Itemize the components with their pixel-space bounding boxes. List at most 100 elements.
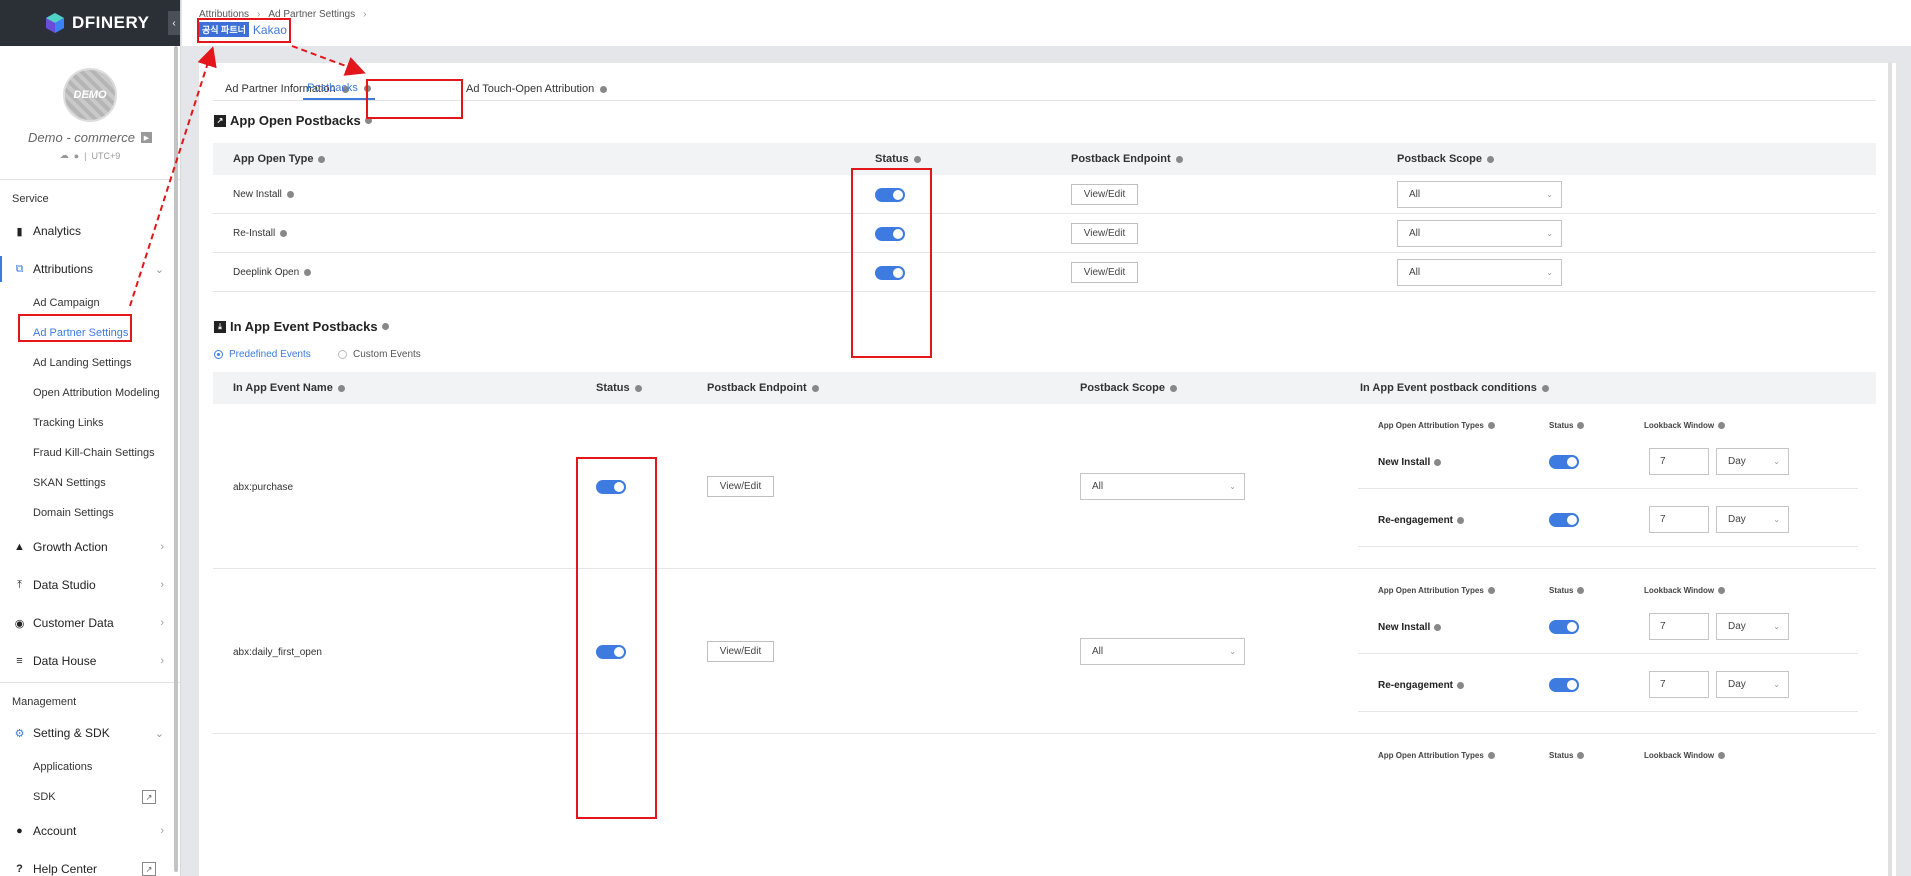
table-row: App Open Attribution Types Status Lookba… [213, 734, 1876, 876]
chevron-right-icon: › [160, 541, 164, 553]
sidebar-subitem-skan-settings[interactable]: SKAN Settings [0, 468, 180, 498]
dropdown-icon[interactable]: ▶ [140, 132, 152, 143]
info-icon[interactable] [381, 323, 389, 330]
info-icon[interactable] [1487, 752, 1495, 759]
info-icon[interactable] [318, 155, 326, 163]
lookback-unit-select[interactable]: Day ⌄ [1716, 448, 1789, 475]
cond-status-toggle[interactable] [1549, 513, 1579, 527]
sidebar-item-data-house[interactable]: ≡ Data House › [0, 642, 180, 680]
external-link-icon[interactable]: ↗ [142, 862, 156, 876]
in-app-event-name: abx:purchase [233, 482, 294, 493]
lookback-window-input[interactable]: 7 [1649, 448, 1709, 475]
external-link-icon[interactable]: ↗ [142, 790, 156, 804]
info-icon[interactable] [1434, 624, 1442, 631]
sidebar-subitem-domain-settings[interactable]: Domain Settings [0, 498, 180, 528]
target-icon: ◉ [14, 617, 25, 630]
radio-predefined-events[interactable]: Predefined Events [214, 349, 311, 360]
postback-scope-select[interactable]: All ⌄ [1080, 638, 1245, 665]
chevron-down-icon: ⌄ [1773, 680, 1780, 689]
lookback-window-input[interactable]: 7 [1649, 506, 1709, 533]
avatar[interactable]: DEMO [63, 68, 117, 122]
main-panel: Ad Partner Information Postbacks Ad Touc… [199, 63, 1896, 876]
radio-circle [338, 350, 347, 359]
sidebar-subitem-fraud-kill-chain[interactable]: Fraud Kill-Chain Settings [0, 438, 180, 468]
view-edit-button[interactable]: View/Edit [1071, 262, 1138, 283]
view-edit-button[interactable]: View/Edit [707, 476, 774, 497]
postback-scope-select[interactable]: All ⌄ [1397, 259, 1562, 286]
col-conditions: In App Event postback conditions [1360, 382, 1549, 394]
info-icon[interactable] [304, 269, 312, 276]
cond-col-types: App Open Attribution Types [1378, 586, 1495, 595]
sidebar-item-data-studio[interactable]: ⤒ Data Studio › [0, 566, 180, 604]
sidebar-subitem-sdk[interactable]: SDK ↗ [0, 782, 180, 812]
info-icon[interactable] [811, 384, 819, 392]
cond-type: Re-engagement [1378, 680, 1465, 691]
sidebar-item-help-center[interactable]: ? Help Center ↗ [0, 850, 180, 876]
info-icon[interactable] [1486, 155, 1494, 163]
top-bar: Attributions › Ad Partner Settings › 공식 … [182, 0, 1911, 46]
info-icon[interactable] [337, 384, 345, 392]
view-edit-button[interactable]: View/Edit [1071, 184, 1138, 205]
info-icon[interactable] [1434, 459, 1442, 466]
lookback-window-input[interactable]: 7 [1649, 671, 1709, 698]
sidebar-subitem-ad-landing-settings[interactable]: Ad Landing Settings [0, 348, 180, 378]
sidebar-subitem-tracking-links[interactable]: Tracking Links [0, 408, 180, 438]
info-icon[interactable] [634, 384, 642, 392]
brand-logo-text[interactable]: DFINERY [72, 13, 150, 33]
radio-custom-events[interactable]: Custom Events [338, 349, 421, 360]
col-postback-endpoint: Postback Endpoint [1071, 153, 1183, 165]
info-icon[interactable] [1457, 682, 1465, 689]
info-icon[interactable] [286, 191, 294, 198]
lookback-unit-select[interactable]: Day ⌄ [1716, 613, 1789, 640]
app-name[interactable]: Demo - commerce ▶ [0, 130, 180, 145]
management-section-label: Management [0, 682, 180, 714]
sidebar-item-attributions[interactable]: ⧉ Attributions ⌄ [0, 250, 180, 288]
info-icon[interactable] [1541, 384, 1549, 392]
sidebar-subitem-open-attribution-modeling[interactable]: Open Attribution Modeling [0, 378, 180, 408]
info-icon[interactable] [1175, 155, 1183, 163]
sidebar-item-analytics[interactable]: ▮ Analytics [0, 212, 180, 250]
info-icon[interactable] [1169, 384, 1177, 392]
chevron-left-icon[interactable]: ‹ [168, 11, 180, 35]
sidebar-item-account[interactable]: ● Account › [0, 812, 180, 850]
growth-icon: ▲ [14, 541, 25, 553]
brand-header: DFINERY ‹ [0, 0, 180, 46]
info-icon[interactable] [1577, 587, 1585, 594]
info-icon[interactable] [1487, 587, 1495, 594]
info-icon[interactable] [1718, 422, 1726, 429]
info-icon[interactable] [280, 230, 288, 237]
postback-scope-select[interactable]: All ⌄ [1397, 181, 1562, 208]
sidebar-item-customer-data[interactable]: ◉ Customer Data › [0, 604, 180, 642]
info-icon[interactable] [1577, 752, 1585, 759]
cond-status-toggle[interactable] [1549, 678, 1579, 692]
info-icon[interactable] [1718, 587, 1726, 594]
sidebar-item-setting-sdk[interactable]: ⚙ Setting & SDK ⌄ [0, 714, 180, 752]
cond-status-toggle[interactable] [1549, 455, 1579, 469]
postback-scope-select[interactable]: All ⌄ [1080, 473, 1245, 500]
cond-col-types: App Open Attribution Types [1378, 421, 1495, 430]
view-edit-button[interactable]: View/Edit [1071, 223, 1138, 244]
section-title-label: In App Event Postbacks [230, 319, 378, 334]
postback-scope-select[interactable]: All ⌄ [1397, 220, 1562, 247]
sidebar-subitem-applications[interactable]: Applications [0, 752, 180, 782]
info-icon[interactable] [1577, 422, 1585, 429]
info-icon[interactable] [1718, 752, 1726, 759]
upload-icon: ⤒ [17, 578, 22, 591]
info-icon[interactable] [1487, 422, 1495, 429]
lookback-unit-select[interactable]: Day ⌄ [1716, 671, 1789, 698]
lookback-window-input[interactable]: 7 [1649, 613, 1709, 640]
info-icon[interactable] [600, 85, 608, 93]
sidebar-item-growth-action[interactable]: ▲ Growth Action › [0, 528, 180, 566]
tab-ad-touch-open-attribution[interactable]: Ad Touch-Open Attribution [466, 78, 608, 100]
panel-scrollbar[interactable] [1888, 63, 1892, 876]
view-edit-button[interactable]: View/Edit [707, 641, 774, 662]
cond-type: New Install [1378, 622, 1442, 633]
tab-postbacks[interactable]: Postbacks [303, 78, 375, 100]
attribution-icon: ⧉ [15, 262, 24, 275]
cond-status-toggle[interactable] [1549, 620, 1579, 634]
info-icon[interactable] [1457, 517, 1465, 524]
chevron-right-icon: › [160, 655, 164, 667]
cond-type: New Install [1378, 457, 1442, 468]
info-icon[interactable] [913, 155, 921, 163]
lookback-unit-select[interactable]: Day ⌄ [1716, 506, 1789, 533]
